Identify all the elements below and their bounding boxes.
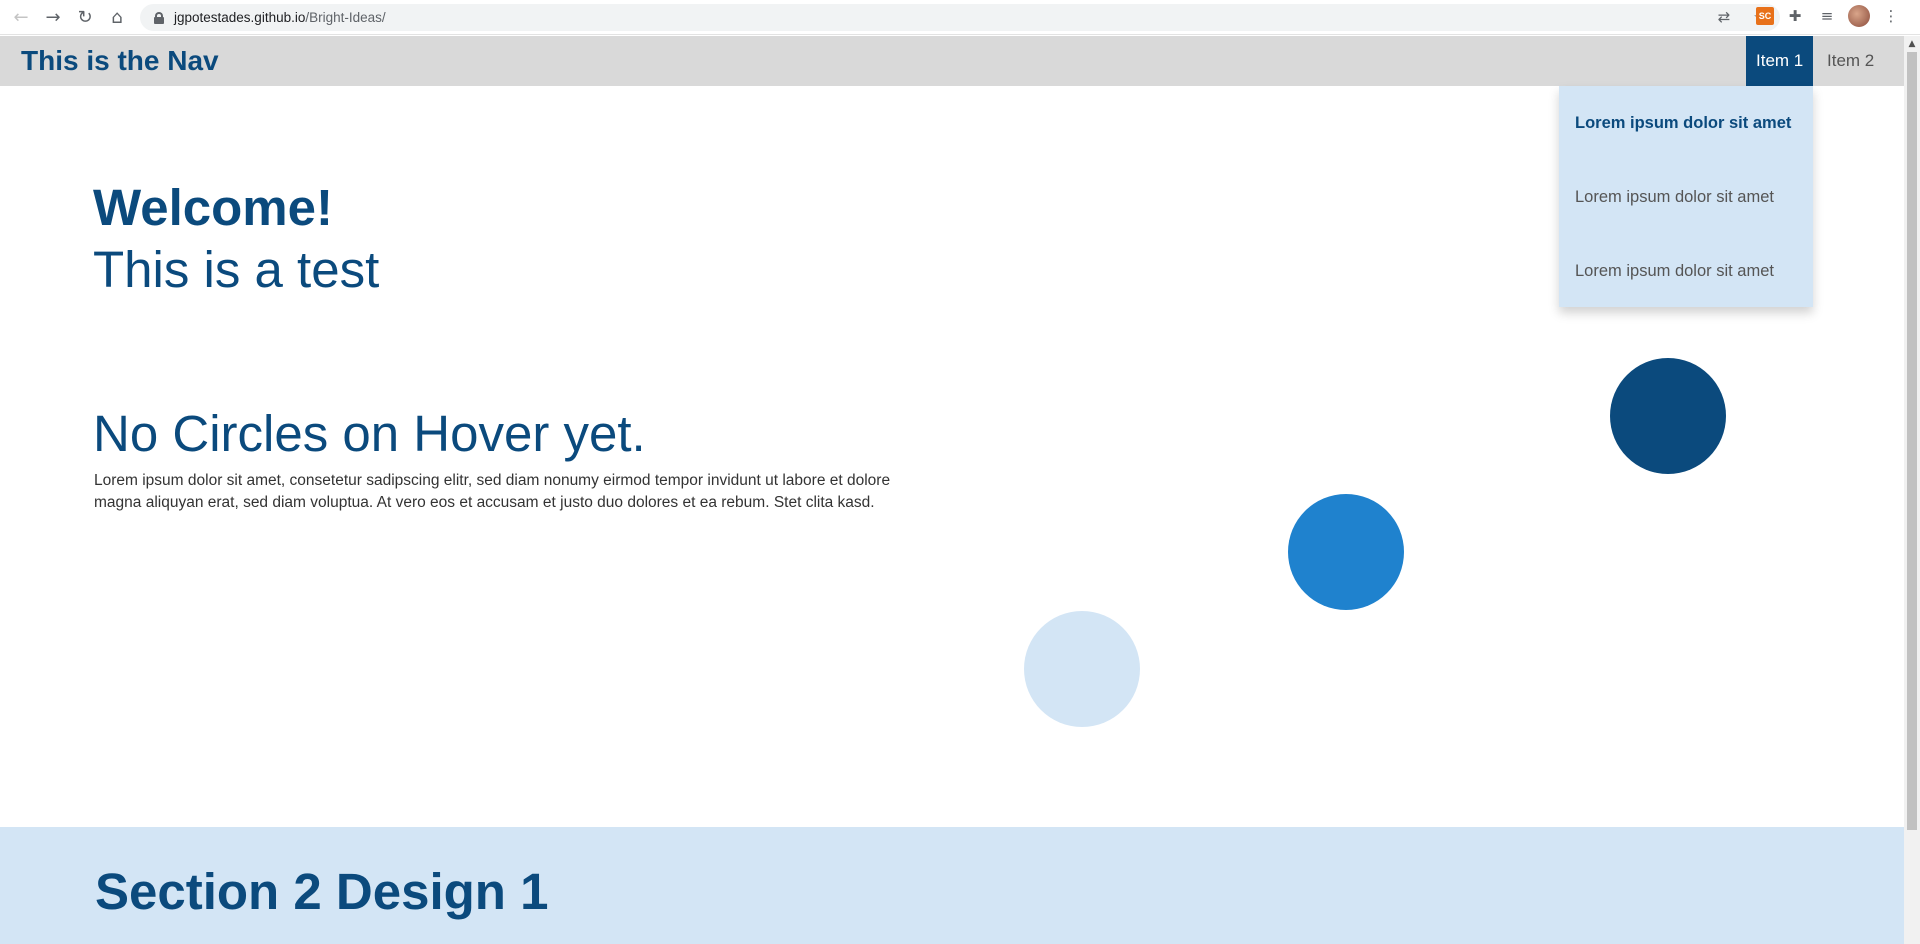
home-icon[interactable]: ⌂ [101, 1, 133, 33]
circle-light[interactable] [1024, 611, 1140, 727]
dropdown-item-1[interactable]: Lorem ipsum dolor sit amet [1559, 86, 1813, 160]
profile-avatar[interactable] [1848, 5, 1870, 27]
address-bar[interactable]: jgpotestades.github.io/Bright-Ideas/ ⇄ ☆ [140, 4, 1780, 31]
circle-medium[interactable] [1288, 494, 1404, 610]
url-path: /Bright-Ideas/ [305, 10, 386, 25]
browser-toolbar: ← → ↻ ⌂ jgpotestades.github.io/Bright-Id… [0, 0, 1920, 35]
url-host: jgpotestades.github.io [174, 10, 306, 25]
menu-dots-icon[interactable]: ⋮ [1880, 5, 1902, 27]
lock-icon[interactable] [154, 11, 164, 24]
section-2: Section 2 Design 1 [0, 827, 1904, 944]
circles-heading: No Circles on Hover yet. [93, 405, 646, 462]
nav-item-1[interactable]: Item 1 [1746, 36, 1814, 86]
dropdown-item-3[interactable]: Lorem ipsum dolor sit amet [1559, 234, 1813, 308]
url-text[interactable]: jgpotestades.github.io/Bright-Ideas/ [174, 10, 386, 25]
circle-dark[interactable] [1610, 358, 1726, 474]
welcome-heading: Welcome! [93, 179, 333, 236]
forward-icon[interactable]: → [37, 1, 69, 33]
scroll-thumb[interactable] [1907, 52, 1917, 830]
dropdown-item-2[interactable]: Lorem ipsum dolor sit amet [1559, 160, 1813, 234]
nav-title[interactable]: This is the Nav [21, 45, 219, 77]
back-icon[interactable]: ← [5, 1, 37, 33]
nav-item-2[interactable]: Item 2 [1817, 36, 1884, 86]
site-nav: This is the Nav Item 1 Item 2 [0, 36, 1904, 86]
page-scrollbar[interactable]: ▲ [1904, 36, 1920, 944]
nav-dropdown-menu: Lorem ipsum dolor sit amet Lorem ipsum d… [1559, 86, 1813, 307]
hero-subtitle: This is a test [93, 241, 380, 298]
puzzle-icon[interactable]: ✚ [1784, 5, 1806, 27]
hero-paragraph: Lorem ipsum dolor sit amet, consetetur s… [94, 472, 891, 511]
reload-icon[interactable]: ↻ [69, 1, 101, 33]
extension-sc-icon[interactable]: SC [1756, 7, 1774, 25]
reading-list-icon[interactable]: ≡ [1816, 5, 1838, 27]
translate-icon[interactable]: ⇄ [1714, 7, 1734, 27]
scroll-up-icon[interactable]: ▲ [1904, 36, 1920, 52]
section-2-title: Section 2 Design 1 [95, 863, 549, 920]
